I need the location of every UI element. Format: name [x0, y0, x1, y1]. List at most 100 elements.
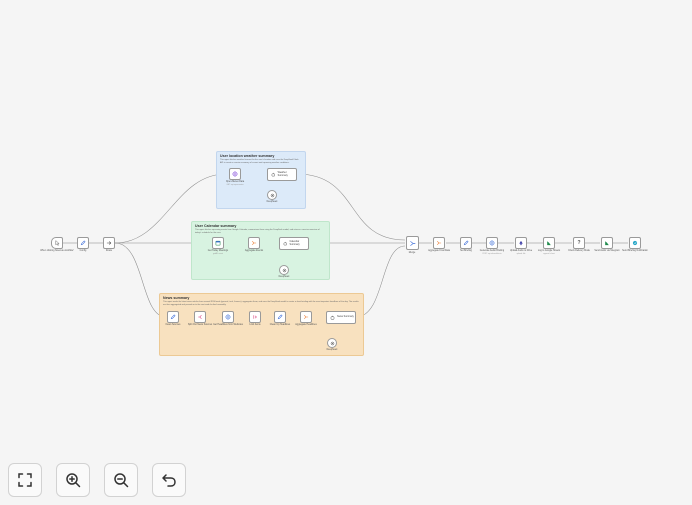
model-icon	[330, 341, 334, 345]
label-news-agent: News Summary	[337, 315, 354, 319]
node-tts[interactable]	[486, 237, 498, 249]
globe-icon	[225, 314, 231, 320]
node-sheet[interactable]	[543, 237, 555, 249]
sublabel-cal-get: getAll: event	[213, 253, 223, 255]
node-upload-drive[interactable]	[515, 237, 527, 249]
calendar-icon	[215, 240, 221, 246]
aggregate-icon	[252, 241, 257, 245]
label-weather-agent: Weather Summary	[277, 170, 288, 177]
node-weather-model[interactable]	[267, 190, 277, 200]
aggregate-icon	[304, 315, 309, 319]
label-news-sources: News Sources	[165, 324, 181, 326]
merge-icon	[410, 240, 416, 246]
node-cal-agent[interactable]: Calendar Summary	[279, 237, 309, 250]
label-news-clean: Clean Up Headlines	[269, 324, 291, 326]
node-agg-final[interactable]	[433, 237, 445, 249]
circle-icon	[632, 240, 638, 246]
pencil-icon	[277, 314, 283, 320]
sticky-news-title: News summary	[163, 296, 190, 300]
fit-view-icon	[18, 473, 32, 487]
sticky-calendar-desc: This agent fetches upcoming events from …	[195, 229, 320, 234]
robot-icon	[330, 315, 335, 320]
node-trigger[interactable]	[51, 237, 63, 249]
label-cal-agent: Calendar Summary	[289, 239, 300, 246]
limit-icon	[253, 315, 257, 319]
fit-view-button[interactable]	[8, 463, 42, 497]
node-cal-agg[interactable]	[248, 237, 260, 249]
sheet-icon	[605, 241, 609, 246]
node-merge[interactable]	[406, 236, 419, 250]
node-news-rss[interactable]	[222, 311, 234, 323]
zoom-out-button[interactable]	[104, 463, 138, 497]
label-tts: Generate Audio Briefing	[479, 250, 505, 252]
sublabel-weather-api: GET: api.open-meteo	[226, 184, 244, 186]
node-check[interactable]: ?	[573, 237, 585, 249]
label-news-split: Split Out News Sources	[187, 324, 213, 326]
label-weather-api: Open-Meteo Data	[225, 181, 245, 183]
robot-icon	[283, 241, 287, 246]
aggregate-icon	[437, 241, 442, 245]
pencil-icon	[463, 240, 469, 246]
node-news-agg[interactable]	[300, 311, 312, 323]
label-cal-model: DeepSeek	[278, 276, 290, 278]
sheet-icon	[547, 241, 551, 246]
pencil-icon	[170, 314, 176, 320]
question-icon: ?	[577, 239, 581, 246]
label-weather-model: DeepSeek	[266, 201, 278, 203]
label-notify: Send Audio via Telegram	[594, 250, 620, 252]
label-final: Send Briefing Notification	[622, 250, 648, 252]
label-trigger: When clicking 'Execute workflow'	[40, 250, 74, 252]
split-icon	[198, 315, 202, 319]
pencil-icon	[80, 240, 86, 246]
node-cal-model[interactable]	[279, 265, 289, 275]
label-check: Check Delivery Mode	[568, 250, 590, 252]
label-news-limit: Limit Items	[249, 324, 261, 326]
globe-icon	[489, 240, 495, 246]
label-news-model: DeepSeek	[326, 349, 338, 351]
undo-icon	[162, 474, 176, 487]
node-news-sources[interactable]	[167, 311, 179, 323]
workflow-canvas[interactable]: User location weather summary This agent…	[0, 0, 692, 505]
node-weather-api[interactable]	[229, 168, 241, 180]
label-config: Config	[79, 250, 87, 252]
upload-icon	[519, 240, 523, 246]
connections	[63, 173, 628, 338]
node-route[interactable]	[103, 237, 115, 249]
label-agg-final: Aggregate Final Data	[428, 250, 450, 252]
pointer-icon	[55, 240, 60, 246]
node-news-split[interactable]	[194, 311, 206, 323]
node-set-briefing[interactable]	[460, 237, 472, 249]
node-news-model[interactable]	[327, 338, 337, 348]
label-sheet: Log to Google Sheets	[537, 250, 561, 252]
sticky-weather-desc: This agent fetches weather forecast for …	[220, 159, 299, 164]
zoom-in-icon	[66, 473, 81, 488]
sticky-news-desc: This agent reads the latest news article…	[163, 301, 359, 306]
sublabel-tts: POST: api.elevenlabs.io	[482, 253, 502, 255]
label-cal-agg: Aggregate Events	[244, 250, 264, 252]
robot-icon	[271, 172, 275, 177]
label-route: Route	[105, 250, 113, 252]
label-news-rss: Get Headlines from Websites	[213, 324, 243, 326]
label-merge: Merge	[408, 252, 416, 254]
arrow-right-icon	[106, 241, 112, 245]
node-news-clean[interactable]	[274, 311, 286, 323]
node-weather-agent[interactable]: Weather Summary	[267, 168, 297, 181]
model-icon	[270, 193, 274, 197]
zoom-in-button[interactable]	[56, 463, 90, 497]
undo-button[interactable]	[152, 463, 186, 497]
node-news-limit[interactable]	[249, 311, 261, 323]
sublabel-sheet: append: sheet	[543, 253, 555, 255]
node-final[interactable]	[629, 237, 641, 249]
label-upload-drive: Upload Audio to Drive	[509, 250, 533, 252]
node-news-agent[interactable]: News Summary	[326, 311, 356, 324]
label-cal-get: Get Today Meetings	[207, 250, 229, 252]
model-icon	[282, 268, 286, 272]
sticky-weather-title: User location weather summary	[220, 154, 275, 158]
node-cal-get[interactable]	[212, 237, 224, 249]
node-notify[interactable]	[601, 237, 613, 249]
sticky-calendar-title: User Calendar summary	[195, 224, 237, 228]
label-news-agg: Aggregate Headlines	[295, 324, 317, 326]
node-config[interactable]	[77, 237, 89, 249]
zoom-out-icon	[114, 473, 129, 488]
sublabel-upload-drive: upload: file	[516, 253, 526, 255]
